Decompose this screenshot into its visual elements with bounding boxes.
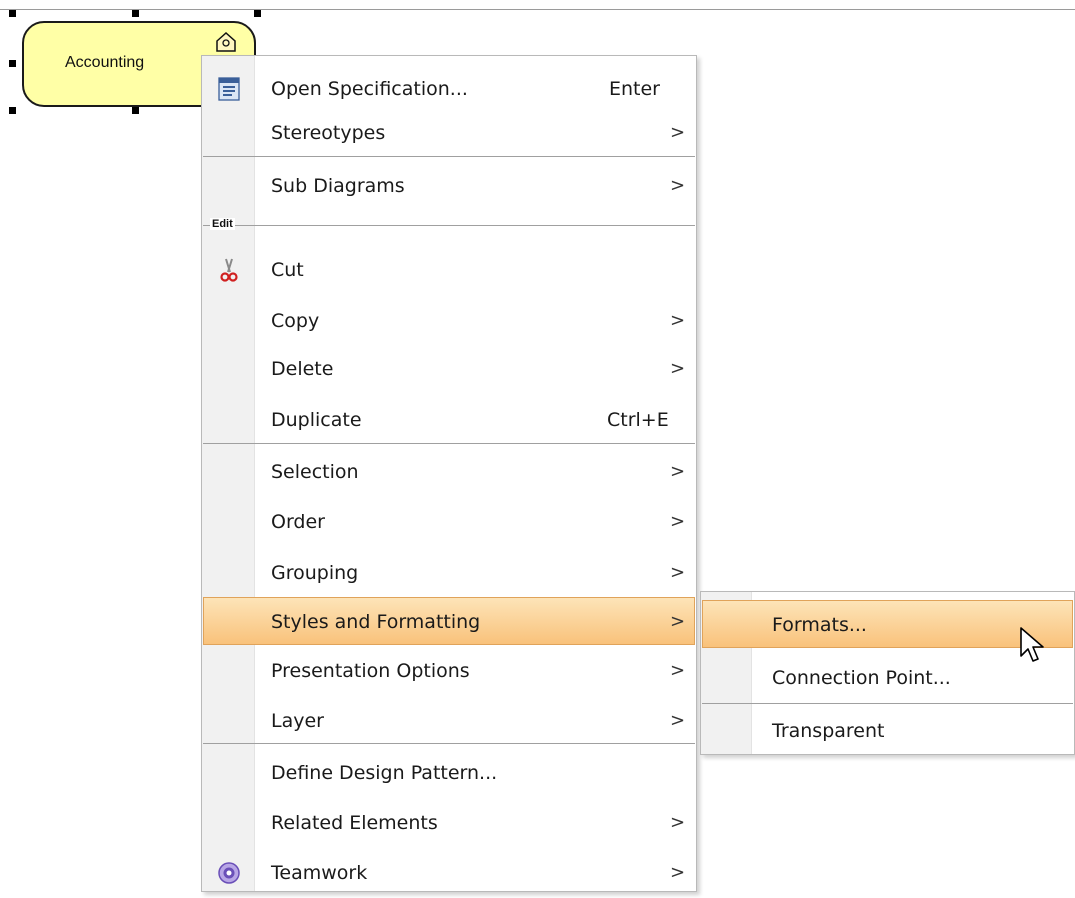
menu-item-shortcut: Enter [609,78,660,100]
menu-item-teamwork[interactable]: Teamwork > [203,848,695,898]
menu-item-label: Selection [271,461,359,483]
menu-item-label: Connection Point... [772,667,951,689]
submenu-item-transparent[interactable]: Transparent [702,706,1073,756]
menu-item-delete[interactable]: Delete > [203,344,695,394]
menu-group-label-edit: Edit [210,218,235,230]
menu-item-presentation-options[interactable]: Presentation Options > [203,646,695,696]
menu-item-label: Transparent [772,720,885,742]
canvas-top-border [0,9,1075,10]
menu-item-order[interactable]: Order > [203,497,695,547]
specification-icon [218,77,240,101]
menu-group-separator-edit [203,225,695,226]
submenu-arrow-icon: > [670,562,686,583]
mouse-cursor-icon [1020,627,1044,662]
menu-item-label: Duplicate [271,409,362,431]
menu-separator [702,703,1073,704]
menu-item-duplicate[interactable]: Duplicate Ctrl+E [203,395,695,445]
menu-item-open-specification[interactable]: Open Specification... Enter [203,64,695,114]
resize-handle-n[interactable] [132,10,139,17]
menu-item-label: Define Design Pattern... [271,762,498,784]
menu-item-define-design-pattern[interactable]: Define Design Pattern... [203,748,695,798]
menu-item-label: Teamwork [271,862,368,884]
resize-handle-w[interactable] [9,60,16,67]
menu-item-label: Styles and Formatting [271,611,481,633]
scissors-icon [220,258,238,282]
submenu-item-formats[interactable]: Formats... [702,600,1073,648]
context-menu: Open Specification... Enter Stereotypes … [201,55,697,892]
submenu-arrow-icon: > [670,175,686,196]
resize-handle-s[interactable] [132,107,139,114]
menu-item-sub-diagrams[interactable]: Sub Diagrams > [203,161,695,211]
menu-item-grouping[interactable]: Grouping > [203,548,695,598]
submenu-arrow-icon: > [670,511,686,532]
submenu-arrow-icon: > [670,660,686,681]
menu-item-label: Formats... [772,614,867,636]
menu-item-cut[interactable]: Cut [203,245,695,295]
submenu-arrow-icon: > [670,310,686,331]
submenu-arrow-icon: > [670,358,686,379]
submenu-arrow-icon: > [670,710,686,731]
menu-item-label: Order [271,511,325,533]
submenu-arrow-icon: > [670,461,686,482]
menu-item-copy[interactable]: Copy > [203,296,695,346]
menu-item-styles-and-formatting[interactable]: Styles and Formatting > [203,597,695,645]
submenu-arrow-icon: > [670,862,686,883]
menu-item-label: Open Specification... [271,78,468,100]
menu-item-layer[interactable]: Layer > [203,696,695,746]
styles-submenu: Formats... Connection Point... Transpare… [700,591,1075,755]
menu-item-label: Related Elements [271,812,438,834]
menu-item-label: Presentation Options [271,660,470,682]
menu-item-label: Stereotypes [271,122,386,144]
menu-item-label: Grouping [271,562,359,584]
menu-item-label: Layer [271,710,324,732]
submenu-arrow-icon: > [670,122,686,143]
element-label: Accounting [65,54,145,71]
menu-item-label: Sub Diagrams [271,175,405,197]
building-icon [216,31,236,52]
menu-item-stereotypes[interactable]: Stereotypes > [203,108,695,158]
menu-item-shortcut: Ctrl+E [607,409,669,431]
menu-item-label: Delete [271,358,334,380]
menu-item-label: Cut [271,259,304,281]
resize-handle-nw[interactable] [9,10,16,17]
menu-separator [203,443,695,444]
menu-item-selection[interactable]: Selection > [203,447,695,497]
teamwork-icon [218,862,240,884]
resize-handle-ne[interactable] [254,10,261,17]
submenu-arrow-icon: > [670,611,686,632]
resize-handle-sw[interactable] [9,107,16,114]
submenu-arrow-icon: > [670,812,686,833]
menu-item-label: Copy [271,310,320,332]
menu-separator [203,156,695,157]
menu-separator [203,743,695,744]
submenu-item-connection-point[interactable]: Connection Point... [702,653,1073,703]
menu-item-related-elements[interactable]: Related Elements > [203,798,695,848]
